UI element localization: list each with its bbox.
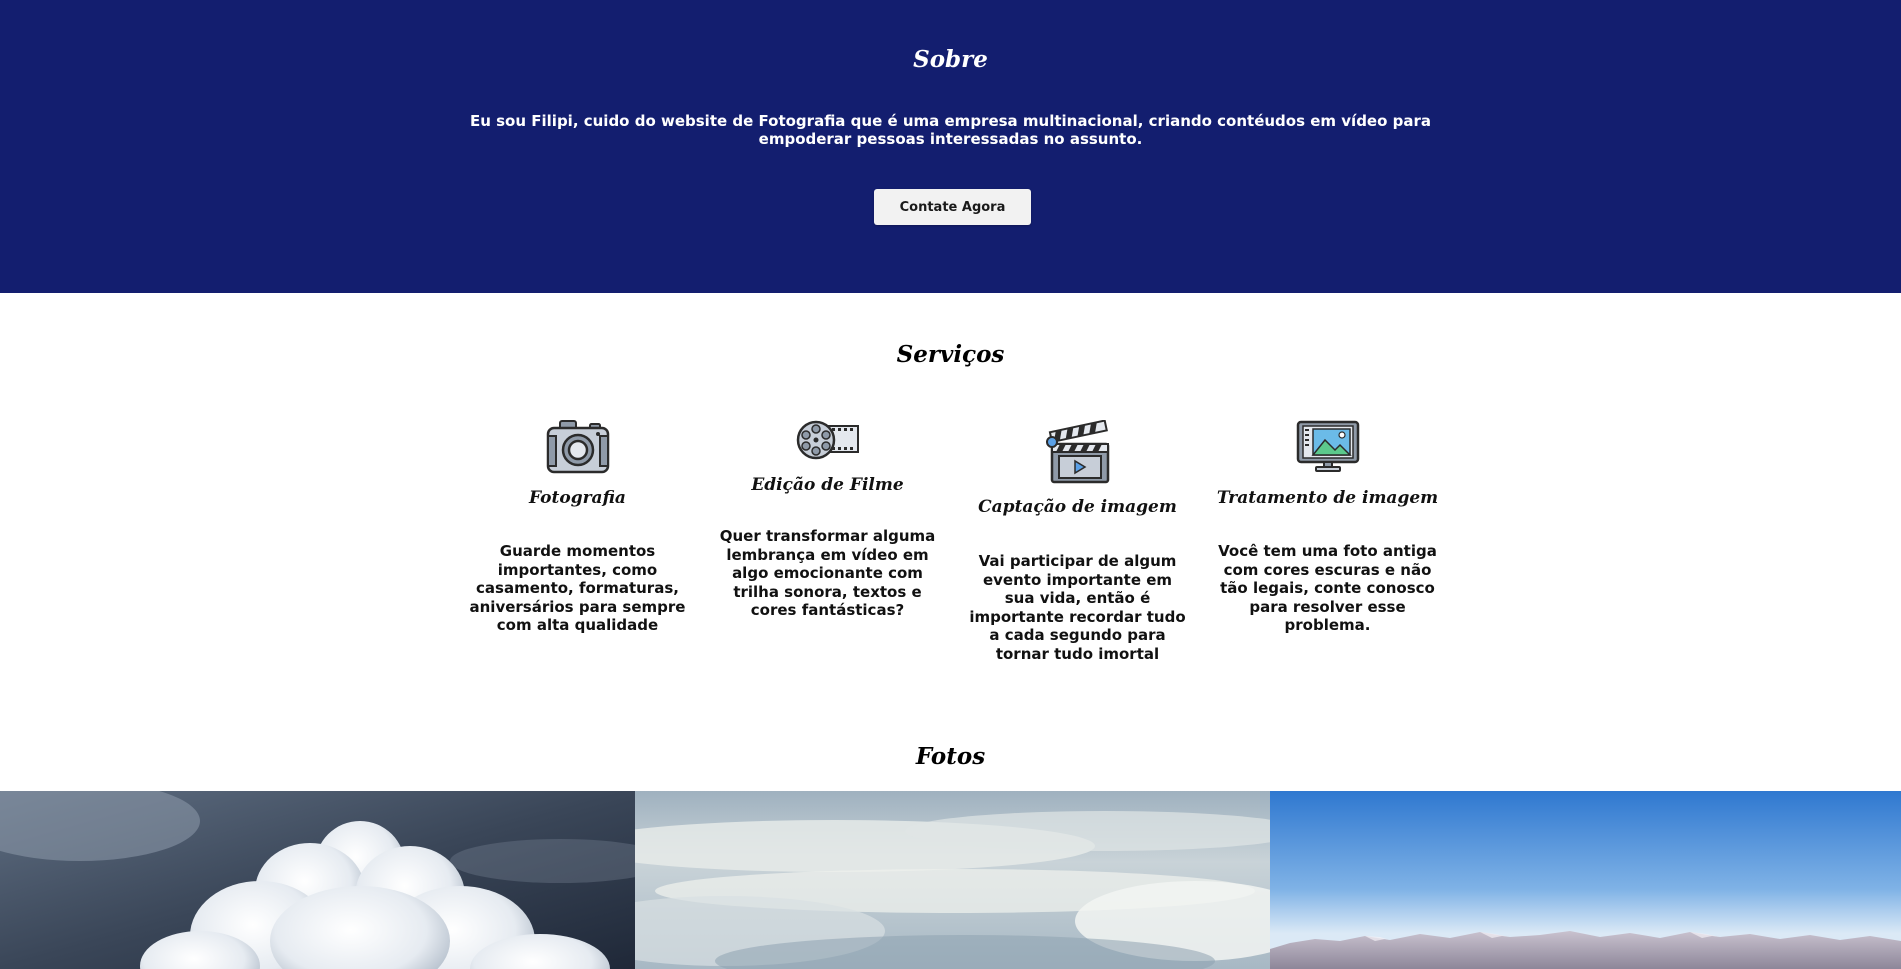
clapperboard-icon [1045,420,1109,484]
service-card-fotografia: Fotografia Guarde momentos importantes, … [460,420,695,635]
photos-title: Fotos [915,743,986,770]
service-description: Quer transformar alguma lembrança em víd… [719,527,936,619]
camera-icon [546,420,609,474]
service-description: Guarde momentos importantes, como casame… [469,542,686,634]
services-title: Serviços [896,341,1005,368]
film-reel-icon [796,420,859,460]
cloudy-sky-photo[interactable] [635,791,1270,969]
service-name: Fotografia [529,488,626,508]
service-card-tratamento-de-imagem: Tratamento de imagem Você tem uma foto a… [1210,420,1445,635]
service-description: Você tem uma foto antiga com cores escur… [1218,542,1437,634]
about-section: Sobre Eu sou Filipi, cuido do website de… [0,0,1901,293]
contact-now-button[interactable]: Contate Agora [874,189,1031,225]
cumulus-cloud-photo[interactable] [0,791,635,969]
service-name: Tratamento de imagem [1216,488,1439,508]
service-card-edicao-de-filme: Edição de Filme Quer transformar alguma … [710,420,945,620]
service-name: Edição de Filme [751,475,904,495]
service-name: Captação de imagem [978,497,1177,517]
service-card-captacao-de-imagem: Captação de imagem Vai participar de alg… [960,420,1195,663]
monitor-image-icon [1296,420,1359,472]
mountains-blue-sky-photo[interactable] [1270,791,1901,969]
about-text: Eu sou Filipi, cuido do website de Fotog… [469,112,1432,148]
service-description: Vai participar de algum evento important… [969,552,1186,663]
about-title: Sobre [913,46,988,73]
